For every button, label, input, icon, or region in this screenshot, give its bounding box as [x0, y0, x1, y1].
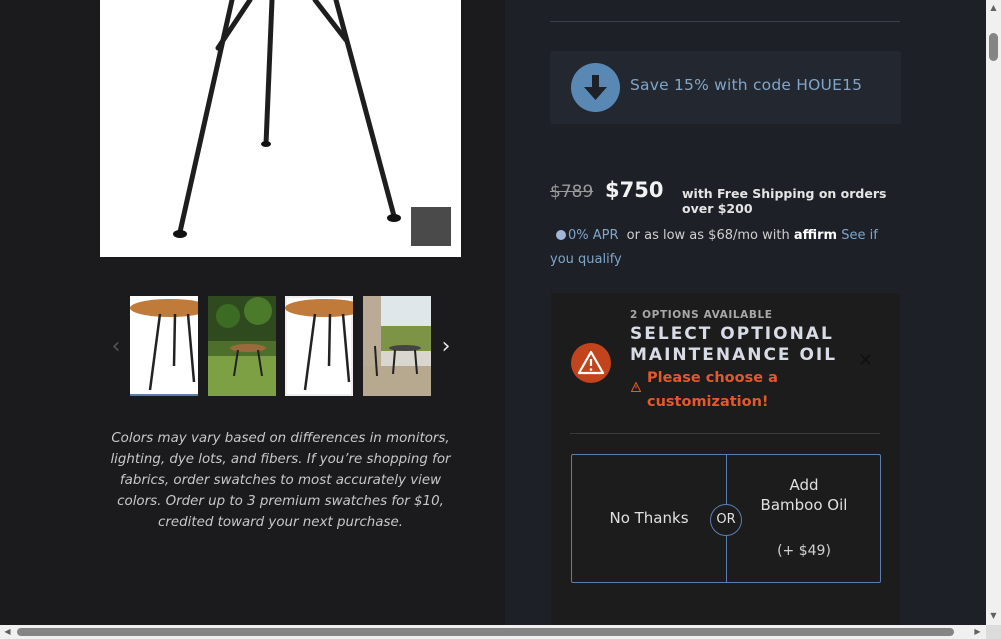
vertical-scrollbar[interactable]: ▲ ▼: [986, 0, 1001, 625]
thumbnail-patio[interactable]: [363, 296, 431, 396]
divider: [550, 21, 900, 22]
scrollbar-corner: [986, 625, 1001, 639]
add-bamboo-oil-option[interactable]: Add Bamboo Oil (+ $49): [727, 455, 881, 582]
or-badge: OR: [710, 504, 742, 536]
no-thanks-label: No Thanks: [609, 509, 689, 527]
error-triangle-icon: [631, 382, 641, 392]
sale-price: $750: [605, 178, 664, 202]
promo-text: Save 15% with code HOUE15: [630, 76, 863, 94]
original-price: $789: [550, 182, 594, 202]
horizontal-scrollbar[interactable]: ◀ ▶: [0, 625, 986, 639]
product-page: ‹ › Colors may vary based on differences…: [0, 0, 1001, 639]
affirm-logo: affirm: [793, 228, 838, 243]
apr-badge: 0% APR: [550, 224, 623, 248]
close-icon[interactable]: ✕: [858, 350, 873, 371]
thumbnail-table-white[interactable]: [130, 296, 198, 396]
color-disclaimer: Colors may vary based on differences in …: [110, 431, 451, 530]
scroll-up-icon[interactable]: ▲: [986, 0, 1001, 15]
product-gallery: ‹ › Colors may vary based on differences…: [0, 0, 505, 625]
divider: [570, 433, 880, 434]
chevron-right-icon[interactable]: ›: [435, 334, 457, 360]
main-product-image[interactable]: [100, 0, 461, 257]
add-oil-price: (+ $49): [777, 543, 831, 559]
tag-icon: [556, 230, 566, 240]
scroll-down-icon[interactable]: ▼: [986, 608, 1001, 623]
option-choices: No Thanks Add Bamboo Oil (+ $49) OR: [571, 454, 881, 583]
thumbnail-garden[interactable]: [208, 296, 276, 396]
options-error: Please choose a customization!: [631, 366, 801, 414]
shipping-note: with Free Shipping on orders over $200: [682, 186, 887, 216]
financing-line: 0% APR or as low as $68/mo with affirm S…: [550, 224, 900, 272]
options-count: 2 OPTIONS AVAILABLE: [630, 309, 773, 321]
zoom-swatch[interactable]: [411, 207, 451, 246]
warning-icon: [571, 343, 611, 383]
chair-legs-image: [173, 0, 401, 238]
thumbnail-strip: ‹ ›: [105, 296, 455, 398]
scroll-left-icon[interactable]: ◀: [0, 625, 15, 639]
no-thanks-option[interactable]: No Thanks: [572, 455, 726, 582]
error-text: Please choose a customization!: [647, 370, 778, 410]
scroll-right-icon[interactable]: ▶: [970, 625, 985, 639]
promo-banner[interactable]: Save 15% with code HOUE15: [550, 51, 901, 124]
horizontal-scroll-thumb[interactable]: [17, 628, 954, 636]
options-panel: 2 OPTIONS AVAILABLE SELECT OPTIONAL MAIN…: [551, 293, 900, 625]
thumbnail-table-white-2[interactable]: [285, 296, 353, 396]
download-arrow-icon: [571, 63, 620, 112]
financing-text: or as low as $68/mo with: [626, 228, 790, 243]
options-title: SELECT OPTIONAL MAINTENANCE OIL: [630, 324, 838, 365]
chevron-left-icon[interactable]: ‹: [105, 334, 127, 360]
add-oil-label: Add Bamboo Oil: [760, 476, 848, 514]
vertical-scroll-thumb[interactable]: [989, 33, 998, 61]
